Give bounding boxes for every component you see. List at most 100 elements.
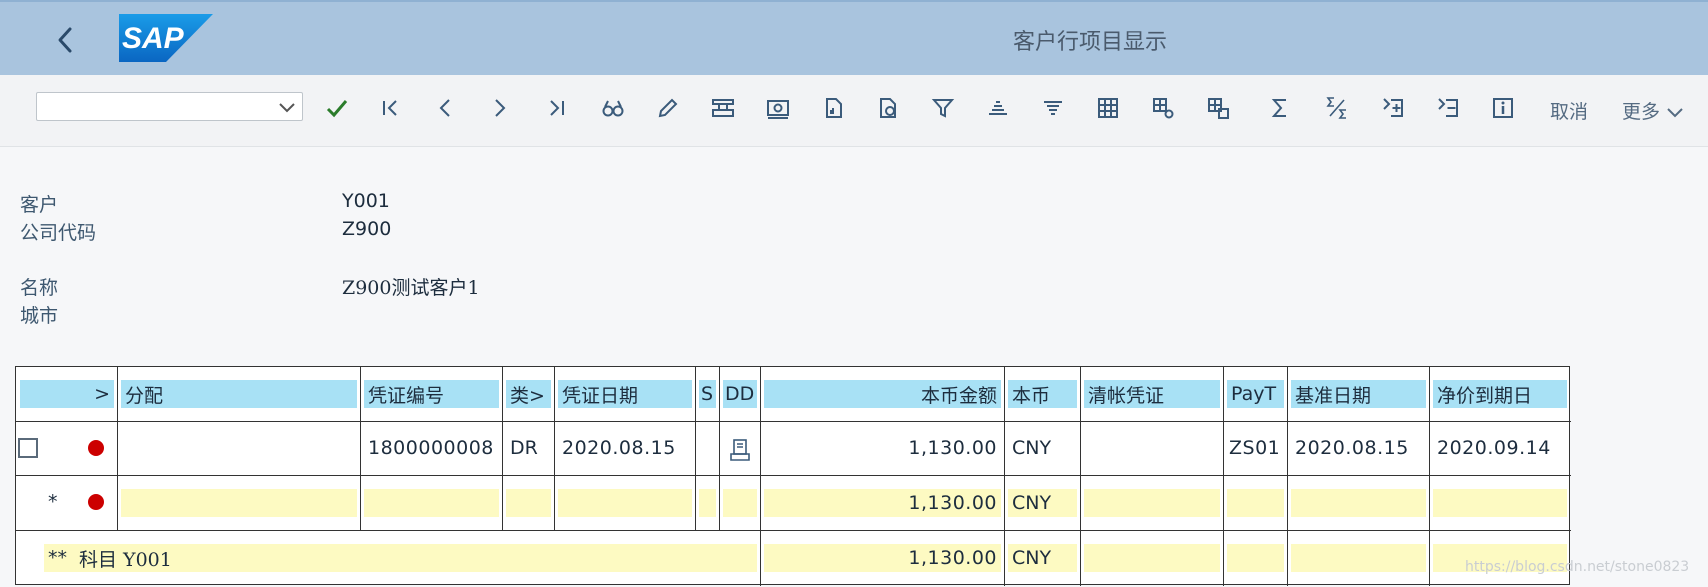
next-button[interactable] xyxy=(485,93,515,123)
subtotal-amount: 1,130.00 xyxy=(764,489,1001,517)
doc-globe-icon xyxy=(880,98,896,118)
cell-assignment[interactable] xyxy=(121,434,357,462)
doc-attach-icon xyxy=(826,98,842,118)
info-icon xyxy=(1493,98,1513,118)
sort-descending-button[interactable] xyxy=(1038,93,1068,123)
column-header-currency[interactable]: 本币 xyxy=(1008,380,1077,408)
collapse-icon xyxy=(1438,98,1458,117)
filter-button[interactable] xyxy=(928,93,958,123)
company-code-label: 公司代码 xyxy=(20,222,97,244)
customer-label: 客户 xyxy=(20,194,59,216)
chevron-down-icon[interactable] xyxy=(278,99,296,115)
edit-icon xyxy=(658,98,678,118)
column-divider xyxy=(360,367,361,530)
document-icon xyxy=(730,439,750,461)
column-header-clearing-doc[interactable]: 清帐凭证 xyxy=(1084,380,1220,408)
cell-payt: ZS01 xyxy=(1229,437,1281,459)
name-value: Z900测试客户1 xyxy=(342,277,480,299)
row-divider xyxy=(16,530,1571,531)
status-indicator xyxy=(88,494,104,510)
column-divider xyxy=(1429,367,1430,586)
column-header-dd[interactable]: DD xyxy=(723,380,757,408)
cell-currency: CNY xyxy=(1012,437,1052,459)
total-cell xyxy=(1084,544,1220,572)
column-divider xyxy=(1287,367,1288,586)
cancel-button[interactable]: 取消 xyxy=(1550,97,1588,124)
command-field[interactable] xyxy=(36,92,303,121)
subtotal-cell xyxy=(364,489,499,517)
cell-baseline-date: 2020.08.15 xyxy=(1295,437,1409,459)
sum-button[interactable] xyxy=(1265,93,1295,123)
company-code-value: Z900 xyxy=(342,218,392,240)
column-header-assignment[interactable]: 分配 xyxy=(121,380,357,408)
previous-button[interactable] xyxy=(430,93,460,123)
page-title: 客户行项目显示 xyxy=(1012,30,1167,55)
column-header-baseline-date[interactable]: 基准日期 xyxy=(1291,380,1426,408)
collapse-button[interactable] xyxy=(1433,93,1463,123)
last-page-button[interactable] xyxy=(542,93,572,123)
grid-button[interactable] xyxy=(1093,93,1123,123)
name-label: 名称 xyxy=(20,277,59,299)
layout-button[interactable] xyxy=(708,93,738,123)
total-cell xyxy=(1291,544,1426,572)
shell-bar: SAP 客户行项目显示 xyxy=(0,0,1708,75)
column-divider xyxy=(502,367,503,530)
column-header-doc-date[interactable]: 凭证日期 xyxy=(558,380,692,408)
back-icon xyxy=(58,27,72,53)
column-header-doc-no[interactable]: 凭证编号 xyxy=(364,380,499,408)
document-attach-button[interactable] xyxy=(818,93,848,123)
cell-dd[interactable] xyxy=(726,436,754,464)
currency-icon xyxy=(767,100,789,119)
total-cell xyxy=(1227,544,1284,572)
svg-text:SAP: SAP xyxy=(122,22,185,55)
more-button[interactable]: 更多 xyxy=(1622,97,1684,124)
subtotal-currency: CNY xyxy=(1008,489,1077,517)
subtotal-cell xyxy=(1227,489,1284,517)
back-button[interactable] xyxy=(50,22,80,58)
column-header-amount[interactable]: 本币金额 xyxy=(764,380,1001,408)
find-icon xyxy=(602,100,624,117)
expand-button[interactable] xyxy=(1378,93,1408,123)
sort-descending-icon xyxy=(1044,101,1062,115)
row-select-checkbox[interactable] xyxy=(18,438,38,458)
total-amount: 1,130.00 xyxy=(764,544,1001,572)
sap-logo: SAP xyxy=(119,14,213,62)
application-toolbar: 取消 更多 xyxy=(0,75,1708,147)
more-label: 更多 xyxy=(1622,101,1661,123)
column-divider xyxy=(117,367,118,530)
info-button[interactable] xyxy=(1488,93,1518,123)
column-header-s[interactable]: S xyxy=(699,380,716,408)
status-indicator xyxy=(88,440,104,456)
column-divider xyxy=(1004,367,1005,586)
currency-button[interactable] xyxy=(763,93,793,123)
check-button[interactable] xyxy=(322,93,352,123)
grid-icon xyxy=(1098,98,1118,118)
subtotal-button[interactable] xyxy=(1322,93,1352,123)
cell-clearing-doc[interactable] xyxy=(1084,434,1220,462)
grid-save-button[interactable] xyxy=(1203,93,1233,123)
grid-settings-button[interactable] xyxy=(1148,93,1178,123)
column-divider xyxy=(554,367,555,530)
column-divider xyxy=(1080,367,1081,586)
chevron-down-icon xyxy=(1667,107,1683,117)
sort-ascending-icon xyxy=(989,101,1007,115)
subtotal-cell xyxy=(1433,489,1567,517)
column-header-type[interactable]: 类> xyxy=(506,380,551,408)
find-button[interactable] xyxy=(598,93,628,123)
cell-doc-no[interactable]: 1800000008 xyxy=(364,434,499,462)
subtotal-cell xyxy=(506,489,551,517)
column-header-net-due-date[interactable]: 净价到期日 xyxy=(1433,380,1567,408)
cell-amount: 1,130.00 xyxy=(908,437,997,459)
column-header-select[interactable]: > xyxy=(20,380,114,408)
first-page-icon xyxy=(383,100,397,116)
grid-save-icon xyxy=(1208,98,1229,119)
column-header-payt[interactable]: PayT xyxy=(1227,380,1284,408)
column-divider xyxy=(719,367,720,530)
first-page-button[interactable] xyxy=(375,93,405,123)
edit-button[interactable] xyxy=(653,93,683,123)
sort-ascending-button[interactable] xyxy=(983,93,1013,123)
document-globe-button[interactable] xyxy=(873,93,903,123)
cell-type: DR xyxy=(510,437,538,459)
subtotal-cell xyxy=(699,489,716,517)
watermark: https://blog.csdn.net/stone0823 xyxy=(1465,559,1690,575)
